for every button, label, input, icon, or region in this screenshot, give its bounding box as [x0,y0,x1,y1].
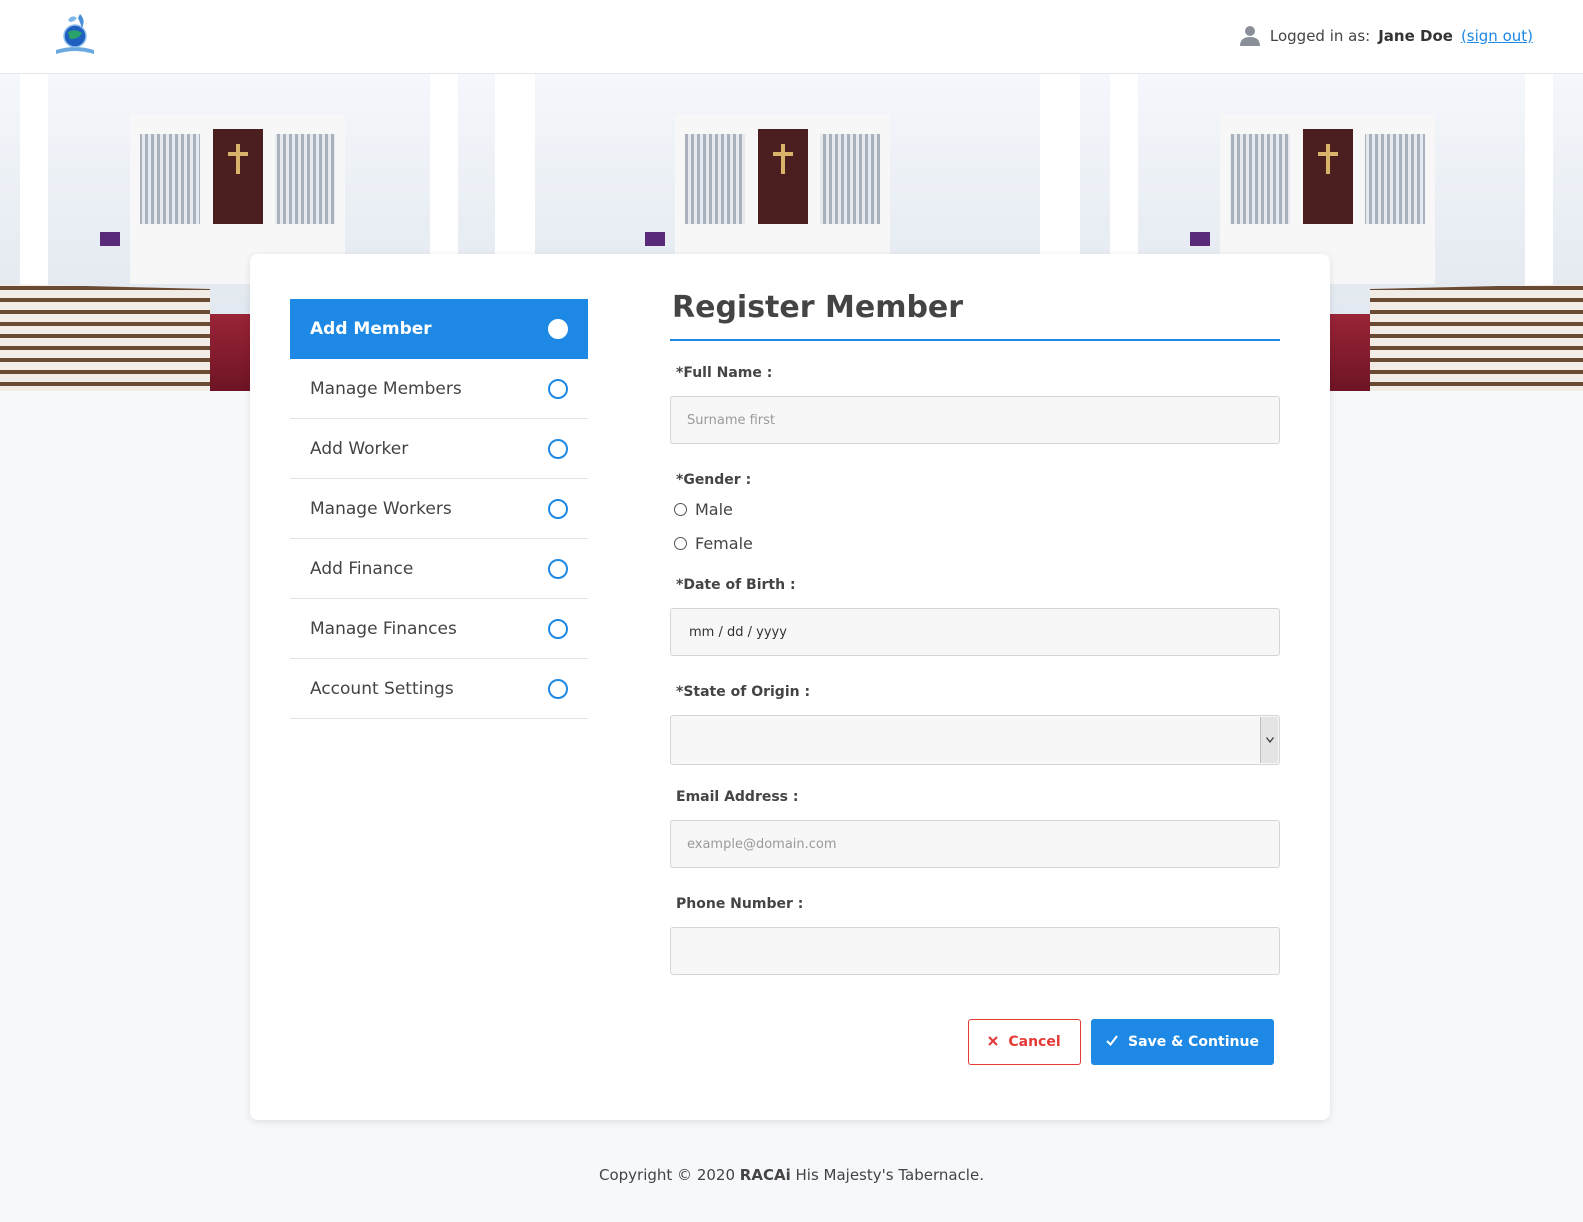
sidebar-item-add-member[interactable]: Add Member [290,299,588,359]
sidebar-item-add-finance[interactable]: Add Finance [290,539,588,599]
sidebar-item-label: Manage Members [310,378,462,399]
circle-indicator-icon [548,378,568,399]
sign-out-link[interactable]: (sign out) [1461,27,1533,45]
footer-org-name: His Majesty's Tabernacle. [795,1166,984,1184]
selected-indicator-icon [548,319,568,339]
page-title: Register Member [670,290,1280,341]
sidebar-item-label: Account Settings [310,678,454,699]
sidebar-item-manage-finances[interactable]: Manage Finances [290,599,588,659]
logged-in-label: Logged in as: [1269,27,1371,45]
circle-indicator-icon [548,618,568,639]
gender-male-radio[interactable]: Male [670,500,1280,519]
dob-label: *Date of Birth : [676,577,796,593]
login-info: Logged in as: Jane Doe (sign out) [1238,24,1533,48]
date-of-birth-input[interactable]: mm / dd / yyyy [670,608,1280,656]
dob-placeholder: mm / dd / yyyy [689,624,787,640]
circle-indicator-icon [548,558,568,579]
save-label: Save & Continue [1128,1034,1259,1050]
footer: Copyright © 2020 RACAi His Majesty's Tab… [0,1166,1583,1184]
sidebar-item-label: Manage Finances [310,618,457,639]
close-icon [988,1034,999,1050]
user-name: Jane Doe [1378,27,1453,45]
cancel-label: Cancel [1008,1034,1061,1050]
checkmark-icon [1106,1034,1118,1050]
radio-icon[interactable] [674,537,687,550]
phone-input[interactable] [670,927,1280,975]
cancel-button[interactable]: Cancel [968,1019,1081,1065]
save-continue-button[interactable]: Save & Continue [1091,1019,1274,1065]
full-name-input[interactable] [670,396,1280,444]
sidebar-item-add-worker[interactable]: Add Worker [290,419,588,479]
sidebar-item-label: Add Member [310,319,432,339]
sidebar-item-manage-members[interactable]: Manage Members [290,359,588,419]
email-label: Email Address : [676,789,799,805]
user-icon [1238,24,1262,48]
radio-icon[interactable] [674,503,687,516]
gender-female-label: Female [695,534,753,553]
copyright-text: Copyright © 2020 [599,1166,736,1184]
church-logo-icon[interactable] [50,10,100,60]
full-name-label: *Full Name : [676,365,773,381]
register-member-form: Register Member *Full Name : *Gender : M… [670,290,1280,975]
sidebar-item-label: Manage Workers [310,498,452,519]
email-input[interactable] [670,820,1280,868]
phone-label: Phone Number : [676,896,804,912]
circle-indicator-icon [548,498,568,519]
sidebar-item-manage-workers[interactable]: Manage Workers [290,479,588,539]
circle-indicator-icon [548,678,568,699]
gender-male-label: Male [695,500,733,519]
circle-indicator-icon [548,438,568,459]
sidebar-item-label: Add Finance [310,558,414,579]
sidebar-item-account-settings[interactable]: Account Settings [290,659,588,719]
state-of-origin-label: *State of Origin : [676,684,811,700]
gender-female-radio[interactable]: Female [670,534,1280,553]
top-header: Logged in as: Jane Doe (sign out) [0,0,1583,74]
gender-label: *Gender : [676,472,752,488]
sidebar-nav: Add Member Manage Members Add Worker Man… [290,299,588,719]
state-of-origin-select[interactable] [670,715,1280,765]
sidebar-item-label: Add Worker [310,438,409,459]
footer-brand: RACAi [739,1166,791,1184]
chevron-down-icon[interactable] [1260,717,1278,763]
main-card: Add Member Manage Members Add Worker Man… [250,254,1330,1120]
